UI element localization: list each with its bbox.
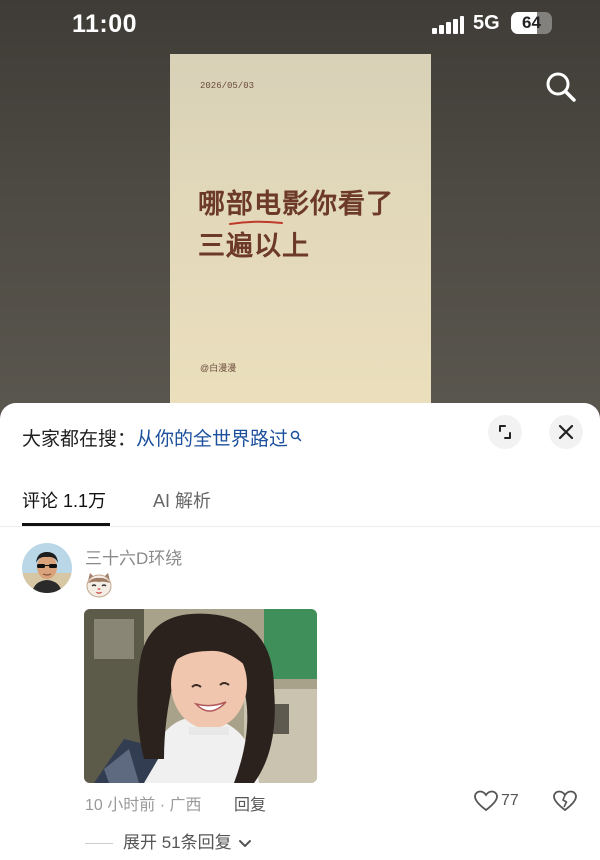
expand-icon[interactable] <box>488 415 522 449</box>
search-keyword[interactable]: 从你的全世界路过 <box>136 429 288 450</box>
poster-signature: @白漫漫 <box>200 363 237 373</box>
close-icon[interactable] <box>549 415 583 449</box>
avatar[interactable] <box>22 543 72 593</box>
comment-username[interactable]: 三十六D环绕 <box>85 544 182 569</box>
poster-title: 哪部电影你看了 三遍以上 <box>198 184 394 268</box>
poster-date: 2026/05/03 <box>200 81 255 91</box>
battery-level: 64 <box>522 13 541 32</box>
active-tab-indicator <box>22 523 110 526</box>
tab-comments[interactable]: 评论 1.1万 <box>22 487 106 513</box>
search-mini-icon <box>290 426 302 448</box>
comment-sheet: 大家都在搜：从你的全世界路过 评论 1.1万 AI 解析 三十六D环绕 10 小… <box>0 403 600 860</box>
like-count: 77 <box>501 792 519 809</box>
video-poster: 2026/05/03 哪部电影你看了 三遍以上 @白漫漫 <box>170 54 431 420</box>
expand-replies-label: 展开 51条回复 <box>123 833 232 852</box>
cat-sticker-icon <box>84 571 114 599</box>
comment-tabs: 评论 1.1万 AI 解析 <box>0 473 600 527</box>
chevron-down-icon <box>239 839 252 847</box>
search-suggestion[interactable]: 大家都在搜：从你的全世界路过 <box>22 424 302 451</box>
search-prefix: 大家都在搜： <box>22 429 137 450</box>
status-bar: 11:00 5G 64 <box>0 0 600 50</box>
status-time: 11:00 <box>72 10 138 38</box>
battery-icon: 64 <box>511 12 552 34</box>
expand-replies-button[interactable]: 展开 51条回复 <box>85 828 252 853</box>
divider-line <box>85 843 113 845</box>
heart-icon[interactable] <box>473 789 499 813</box>
video-area[interactable]: 11:00 5G 64 2026/05/03 哪部电影你看了 三遍以上 @白漫漫 <box>0 0 600 420</box>
comment-photo[interactable] <box>84 609 317 783</box>
poster-title-line2: 三遍以上 <box>198 231 310 262</box>
search-icon[interactable] <box>542 68 580 106</box>
underline-mark <box>229 220 283 225</box>
reply-button[interactable]: 回复 <box>234 791 266 815</box>
tab-ai-analysis[interactable]: AI 解析 <box>153 487 211 513</box>
comment-meta: 10 小时前 · 广西 <box>85 797 202 814</box>
network-type: 5G <box>473 12 500 34</box>
broken-heart-icon[interactable] <box>552 789 578 813</box>
signal-icon <box>432 16 464 34</box>
